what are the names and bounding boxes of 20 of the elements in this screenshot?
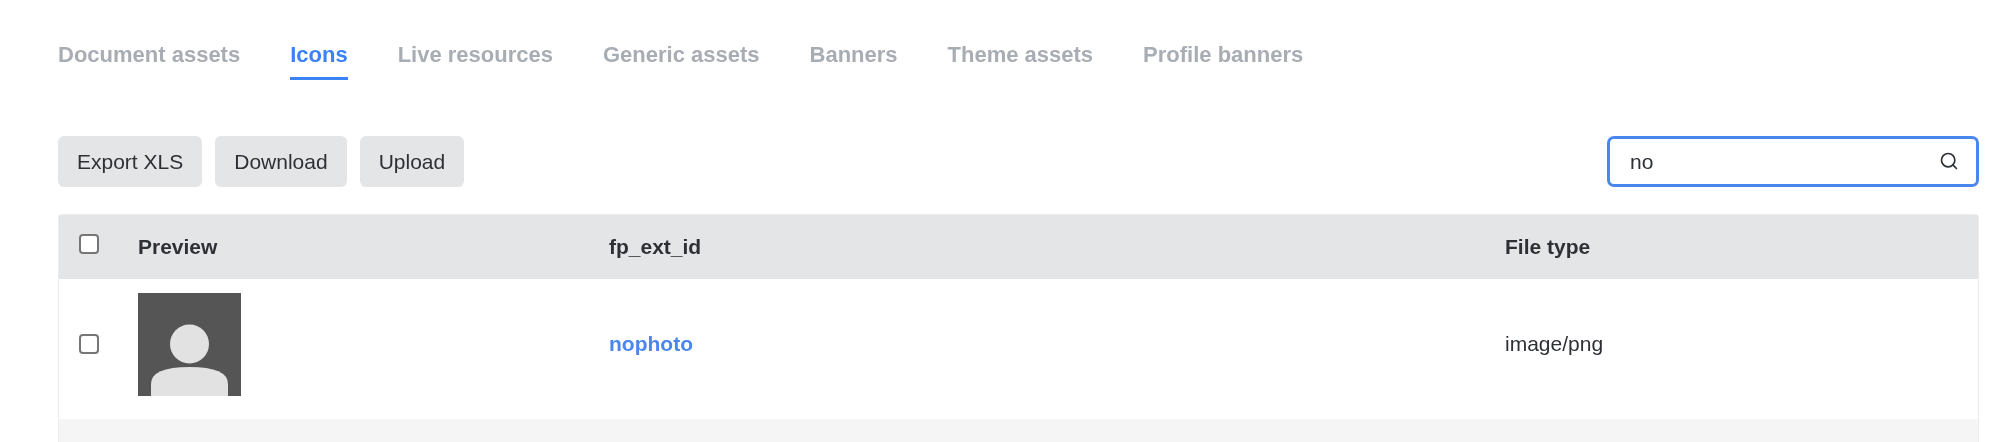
table-cell-text: image/png	[1505, 331, 1604, 358]
tab[interactable]: Icons	[290, 32, 348, 80]
toolbar-button[interactable]: Download	[215, 136, 347, 187]
tab[interactable]: Document assets	[58, 32, 241, 80]
column-header: fp_ext_id	[609, 234, 702, 261]
toolbar-button[interactable]: Upload	[359, 136, 465, 187]
asset-link[interactable]: nophoto	[609, 328, 693, 360]
column-header: Preview	[138, 234, 218, 261]
checkbox[interactable]	[79, 234, 99, 254]
checkbox[interactable]	[79, 334, 99, 354]
column-header: File type	[1505, 234, 1591, 261]
tab[interactable]: Theme assets	[947, 32, 1094, 80]
avatar-icon	[138, 292, 241, 396]
search-field[interactable]: no	[1607, 136, 1979, 187]
search-icon[interactable]	[1939, 151, 1959, 171]
tab[interactable]: Banners	[809, 32, 898, 80]
tab[interactable]: Live resources	[397, 32, 553, 80]
tab[interactable]: Profile banners	[1143, 32, 1304, 80]
toolbar-button[interactable]: Export XLS	[58, 136, 203, 187]
tab[interactable]: Generic assets	[602, 32, 760, 80]
